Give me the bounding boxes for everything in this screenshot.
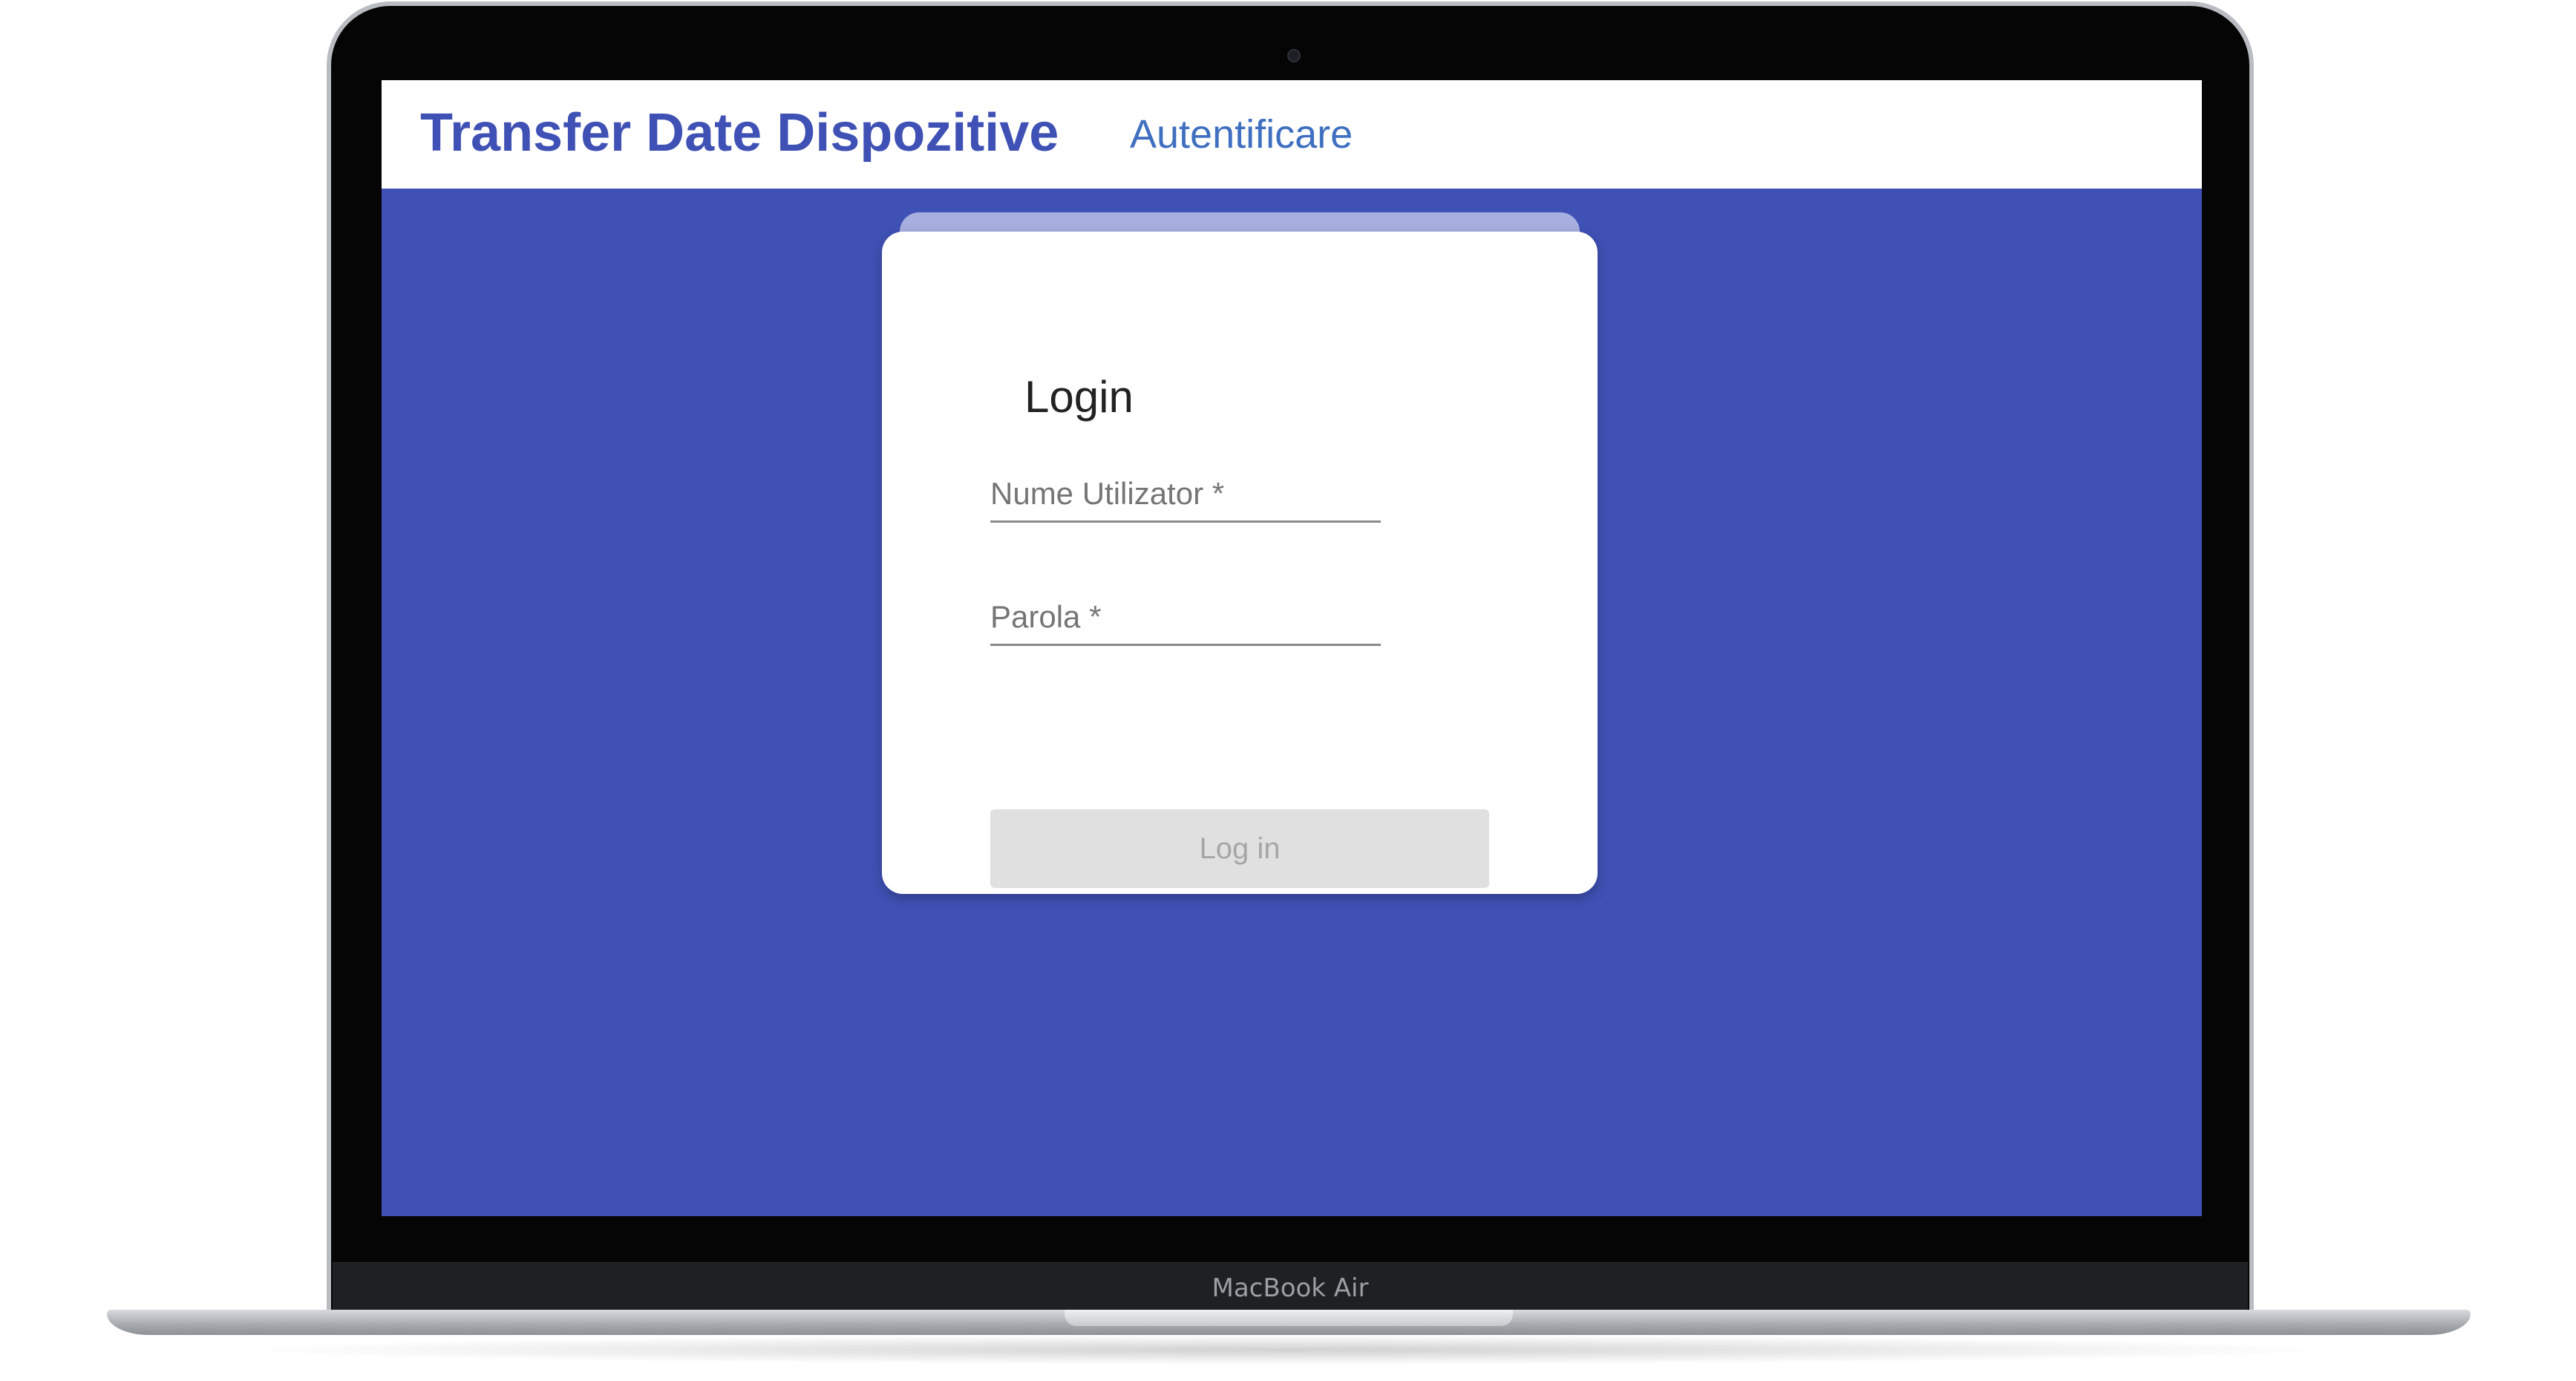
login-title: Login (1024, 372, 1134, 422)
webcam-icon (1287, 49, 1301, 62)
device-model-label: MacBook Air (1212, 1273, 1369, 1303)
login-button[interactable]: Log in (990, 809, 1489, 888)
username-field-wrapper (990, 466, 1381, 523)
laptop-notch (1065, 1310, 1513, 1326)
username-input[interactable] (990, 466, 1381, 520)
app-title[interactable]: Transfer Date Dispozitive (420, 102, 1059, 163)
laptop-shadow (223, 1335, 2353, 1365)
laptop-mockup: Transfer Date Dispozitive Autentificare … (0, 0, 2576, 1381)
password-input[interactable] (990, 590, 1381, 644)
password-field-wrapper (990, 590, 1381, 646)
login-card: Login Log in (882, 232, 1598, 894)
app-header: Transfer Date Dispozitive Autentificare (382, 80, 2202, 189)
browser-viewport: Transfer Date Dispozitive Autentificare … (382, 80, 2202, 1216)
nav-link-autentificare[interactable]: Autentificare (1130, 111, 1353, 157)
